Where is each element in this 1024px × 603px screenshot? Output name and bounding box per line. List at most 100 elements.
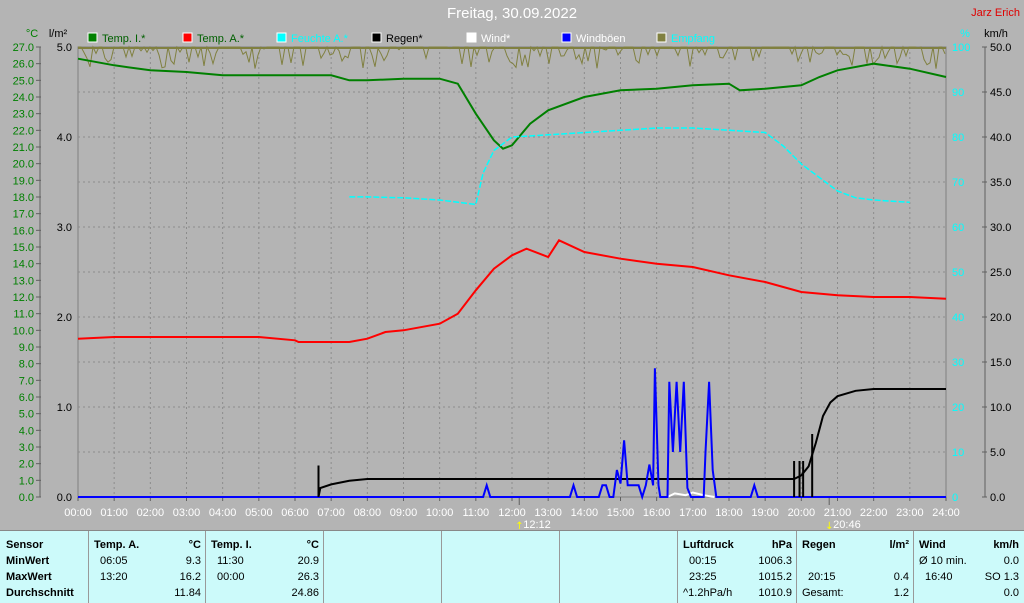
y-tick-celsius: 10.0 <box>13 325 34 337</box>
axis-unit-percent: % <box>960 28 970 40</box>
y-tick-celsius: 26.0 <box>13 59 34 71</box>
x-tick: 06:00 <box>281 507 309 519</box>
y-tick-celsius: 22.0 <box>13 125 34 137</box>
x-tick: 03:00 <box>173 507 201 519</box>
y-tick-celsius: 0.0 <box>19 492 34 504</box>
y-tick-wind: 20.0 <box>990 312 1011 324</box>
y-tick-percent: 60 <box>952 222 964 234</box>
y-tick-rain: 2.0 <box>57 312 72 324</box>
y-tick-celsius: 6.0 <box>19 392 34 404</box>
temp-a-unit: °C <box>188 539 201 551</box>
maxwert-label: MaxWert <box>6 571 52 583</box>
y-tick-wind: 50.0 <box>990 42 1011 54</box>
x-tick: 07:00 <box>317 507 345 519</box>
regen-max-time: 20:15 <box>808 571 836 583</box>
x-tick: 08:00 <box>354 507 382 519</box>
y-tick-celsius: 1.0 <box>19 475 34 487</box>
x-tick: 11:00 <box>462 507 489 519</box>
legend-label: Regen* <box>386 33 423 45</box>
minwert-label: MinWert <box>6 555 50 567</box>
y-tick-wind: 30.0 <box>990 222 1011 234</box>
x-tick: 13:00 <box>534 507 562 519</box>
x-tick: 21:00 <box>824 507 852 519</box>
y-tick-celsius: 19.0 <box>13 175 34 187</box>
y-tick-wind: 40.0 <box>990 132 1011 144</box>
temp-a-min: 9.3 <box>185 555 201 567</box>
legend-swatch <box>87 32 98 43</box>
y-tick-celsius: 25.0 <box>13 75 34 87</box>
wind-unit: km/h <box>993 539 1019 551</box>
y-tick-percent: 0 <box>952 492 958 504</box>
temp-i-max-time: 00:00 <box>217 571 245 583</box>
temp-i-avg: 24.86 <box>291 587 319 599</box>
x-tick: 00:00 <box>64 507 92 519</box>
axis-unit-rain: l/m² <box>49 28 68 40</box>
legend-swatch <box>466 32 477 43</box>
temp-a-max-time: 13:20 <box>100 571 128 583</box>
y-tick-wind: 45.0 <box>990 87 1011 99</box>
legend-label: Temp. A.* <box>197 33 245 45</box>
temp-i-header: Temp. I. <box>211 539 252 551</box>
x-tick: 02:00 <box>137 507 165 519</box>
druck-trend: ^1.2hPa/h <box>683 587 733 599</box>
temp-a-header: Temp. A. <box>94 539 140 551</box>
y-tick-celsius: 3.0 <box>19 442 34 454</box>
y-tick-celsius: 5.0 <box>19 409 34 421</box>
y-tick-celsius: 9.0 <box>19 342 34 354</box>
col-temp-a: Temp. A. °C 06:05 9.3 13:20 16.2 11.84 <box>88 531 206 603</box>
y-tick-celsius: 11.0 <box>13 309 34 321</box>
x-tick: 09:00 <box>390 507 418 519</box>
y-tick-percent: 50 <box>952 267 964 279</box>
y-tick-celsius: 17.0 <box>13 209 34 221</box>
col-sensor: Sensor MinWert MaxWert Durchschnitt <box>0 531 89 603</box>
y-tick-percent: 10 <box>952 447 964 459</box>
sensor-header: Sensor <box>6 539 44 551</box>
y-tick-celsius: 27.0 <box>13 42 34 54</box>
y-tick-celsius: 8.0 <box>19 359 34 371</box>
druck-header: Luftdruck <box>683 539 734 551</box>
y-tick-celsius: 13.0 <box>13 275 34 287</box>
y-tick-percent: 80 <box>952 132 964 144</box>
legend-label: Empfang <box>671 33 715 45</box>
legend-label: Windböen <box>576 33 626 45</box>
legend-label: Feuchte A.* <box>291 33 349 45</box>
wind-header: Wind <box>919 539 946 551</box>
y-tick-celsius: 4.0 <box>19 425 34 437</box>
y-tick-wind: 35.0 <box>990 177 1011 189</box>
sunrise-time: 12:12 <box>523 519 551 530</box>
y-tick-celsius: 24.0 <box>13 92 34 104</box>
wind-other: 0.0 <box>1003 587 1019 599</box>
x-tick: 22:00 <box>860 507 888 519</box>
y-tick-rain: 4.0 <box>57 132 72 144</box>
regen-header: Regen <box>802 539 836 551</box>
druck-unit: hPa <box>771 539 792 551</box>
y-tick-percent: 20 <box>952 402 964 414</box>
x-tick: 01:00 <box>100 507 128 519</box>
legend-swatch <box>182 32 193 43</box>
y-tick-percent: 40 <box>952 312 964 324</box>
y-tick-celsius: 16.0 <box>13 225 34 237</box>
y-tick-celsius: 14.0 <box>13 259 34 271</box>
druck-min-time: 00:15 <box>689 555 717 567</box>
y-tick-percent: 90 <box>952 87 964 99</box>
legend-swatch <box>561 32 572 43</box>
wind-max: SO 1.3 <box>984 571 1019 583</box>
y-tick-rain: 0.0 <box>57 492 72 504</box>
regen-unit: l/m² <box>889 539 909 551</box>
axis-unit-wind: km/h <box>984 28 1008 40</box>
y-tick-celsius: 12.0 <box>13 292 34 304</box>
y-tick-celsius: 7.0 <box>19 375 34 387</box>
y-tick-celsius: 23.0 <box>13 109 34 121</box>
y-tick-percent: 30 <box>952 357 964 369</box>
temp-a-min-time: 06:05 <box>100 555 128 567</box>
y-tick-rain: 5.0 <box>57 42 72 54</box>
y-tick-wind: 5.0 <box>990 447 1005 459</box>
wind-avg-label: Ø 10 min. <box>919 555 967 567</box>
x-tick: 19:00 <box>751 507 779 519</box>
x-tick: 15:00 <box>607 507 635 519</box>
legend-swatch <box>371 32 382 43</box>
col-empty-1 <box>323 531 442 603</box>
regen-max: 0.4 <box>893 571 909 583</box>
x-tick: 17:00 <box>679 507 707 519</box>
wind-max-time: 16:40 <box>925 571 953 583</box>
